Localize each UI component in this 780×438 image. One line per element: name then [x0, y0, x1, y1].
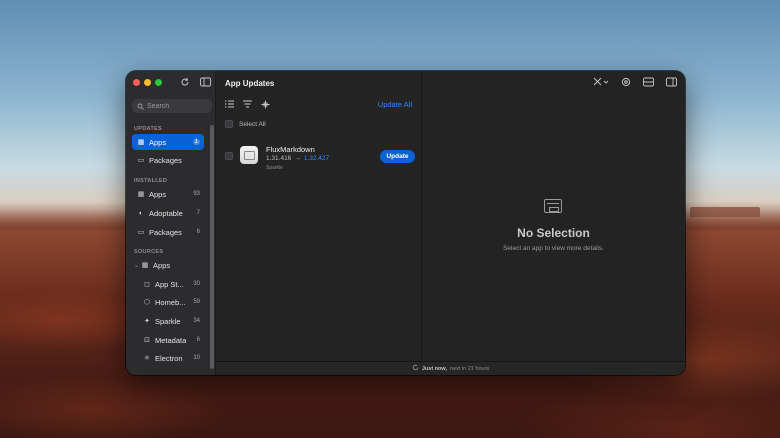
- app-checkbox[interactable]: [225, 152, 233, 160]
- inspector-toggle-icon[interactable]: [666, 77, 677, 89]
- adopt-icon: ◐: [138, 209, 144, 217]
- list-toolbar: [225, 100, 270, 111]
- app-icon: [240, 146, 258, 164]
- sidebar-item-adoptable[interactable]: ◐ Adoptable 7: [132, 205, 204, 221]
- sidebar-item-label: Packages: [149, 227, 182, 237]
- select-all-checkbox[interactable]: [225, 120, 233, 128]
- old-version: 1.31.416: [266, 155, 292, 162]
- section-sources: SOURCES: [134, 249, 164, 255]
- app-source: Sparkle: [266, 165, 283, 171]
- count-label: 7: [196, 210, 200, 216]
- empty-state-title: No Selection: [517, 226, 590, 240]
- last-check-label: Just now,: [421, 365, 448, 372]
- search-input[interactable]: [147, 102, 207, 110]
- sidebar-scrollbar[interactable]: [210, 125, 214, 369]
- sidebar-item-label: Adoptable: [149, 208, 183, 218]
- filter-icon[interactable]: [243, 100, 252, 111]
- gear-icon[interactable]: [621, 77, 631, 89]
- update-button[interactable]: Update: [380, 150, 415, 163]
- sidebar-item-sparkle[interactable]: ✦ Sparkle 34: [138, 313, 204, 329]
- sidebar-item-label: Metadata: [155, 335, 187, 345]
- count-label: 34: [193, 318, 200, 324]
- refresh-icon[interactable]: [179, 77, 191, 89]
- select-all-row[interactable]: Select All: [225, 120, 266, 128]
- search-icon: [137, 97, 144, 115]
- sidebar-item-update-apps[interactable]: ▦ Apps 1: [132, 134, 204, 150]
- count-label: 6: [196, 229, 200, 235]
- sync-icon: [412, 364, 419, 373]
- section-updates: UPDATES: [134, 126, 162, 132]
- layout-icon[interactable]: [643, 77, 654, 89]
- empty-state-subtitle: Select an app to view more details.: [503, 245, 604, 252]
- next-check-label: next in 21 hours: [450, 365, 490, 372]
- grid-icon: ▦: [137, 139, 145, 146]
- sidebar-item-label: Homeb...: [155, 297, 186, 307]
- mesa: [690, 207, 760, 217]
- update-all-button[interactable]: Update All: [378, 100, 412, 109]
- app-window: UPDATES ▦ Apps 1 ▭ Packages INSTALLED ▦ …: [126, 71, 685, 375]
- grid-icon: ▦: [141, 262, 149, 269]
- list-view-icon[interactable]: [225, 100, 234, 111]
- detail-toolbar: [593, 77, 677, 89]
- cube-icon: ⬡: [143, 299, 151, 306]
- sidebar-item-update-packages[interactable]: ▭ Packages: [132, 152, 204, 168]
- sidebar-item-installed-apps[interactable]: ▦ Apps 93: [132, 186, 204, 202]
- count-label: 6: [196, 337, 200, 343]
- sidebar-group-source-apps[interactable]: ⌄ ▦ Apps: [132, 257, 204, 273]
- empty-state-icon: [544, 199, 562, 213]
- tools-menu-icon[interactable]: [593, 77, 609, 89]
- package-icon: ▭: [137, 229, 145, 236]
- sidebar-item-electron[interactable]: ⚛ Electron 10: [138, 350, 204, 366]
- document-icon: [243, 150, 255, 160]
- version-info: 1.31.416 → 1.32.427: [266, 155, 329, 162]
- zoom-button[interactable]: [155, 79, 162, 86]
- select-all-label: Select All: [239, 120, 266, 128]
- move-icon[interactable]: [261, 100, 270, 111]
- sidebar-item-app-store[interactable]: ◻ App St... 30: [138, 276, 204, 292]
- sidebar-item-label: Apps: [153, 260, 171, 270]
- atom-icon: ⚛: [143, 355, 151, 362]
- count-label: 30: [193, 281, 200, 287]
- sidebar-item-metadata[interactable]: ⊡ Metadata 6: [138, 332, 204, 348]
- sidebar-item-label: Packages: [149, 155, 182, 165]
- sidebar-item-label: Electron: [155, 353, 183, 363]
- count-badge: 1: [192, 139, 200, 145]
- list-item[interactable]: FluxMarkdown 1.31.416 → 1.32.427 Sparkle…: [225, 145, 415, 173]
- chevron-down-icon[interactable]: ⌄: [134, 262, 139, 269]
- sidebar-item-installed-packages[interactable]: ▭ Packages 6: [132, 224, 204, 240]
- updates-list-panel: App Updates Update All Select All FluxMa…: [216, 71, 422, 361]
- page-title: App Updates: [225, 79, 275, 88]
- new-version: 1.32.427: [303, 155, 330, 162]
- sidebar-item-label: Apps: [149, 189, 167, 199]
- count-label: 59: [193, 299, 200, 305]
- sidebar-toggle-icon[interactable]: [199, 77, 211, 89]
- detail-panel: No Selection Select an app to view more …: [422, 71, 685, 361]
- sidebar-item-label: App St...: [155, 279, 184, 289]
- status-bar: Just now, next in 21 hours: [216, 361, 685, 375]
- count-label: 93: [193, 191, 200, 197]
- minimize-button[interactable]: [144, 79, 151, 86]
- metadata-icon: ⊡: [144, 337, 150, 344]
- search-field[interactable]: [132, 99, 212, 113]
- traffic-lights: [133, 79, 162, 86]
- section-installed: INSTALLED: [134, 178, 168, 184]
- sidebar-item-label: Apps: [149, 137, 167, 147]
- sparkle-icon: ✦: [144, 318, 150, 325]
- count-label: 10: [193, 355, 200, 361]
- sidebar-item-label: Sparkle: [155, 316, 181, 326]
- package-icon: ▭: [137, 157, 145, 164]
- close-button[interactable]: [133, 79, 140, 86]
- arrow-right-icon: →: [294, 155, 301, 162]
- sidebar-item-homebrew[interactable]: ⬡ Homeb... 59: [138, 294, 204, 310]
- sidebar: UPDATES ▦ Apps 1 ▭ Packages INSTALLED ▦ …: [126, 71, 216, 375]
- app-name: FluxMarkdown: [266, 145, 315, 154]
- grid-icon: ▦: [137, 191, 145, 198]
- bag-icon: ◻: [144, 281, 150, 288]
